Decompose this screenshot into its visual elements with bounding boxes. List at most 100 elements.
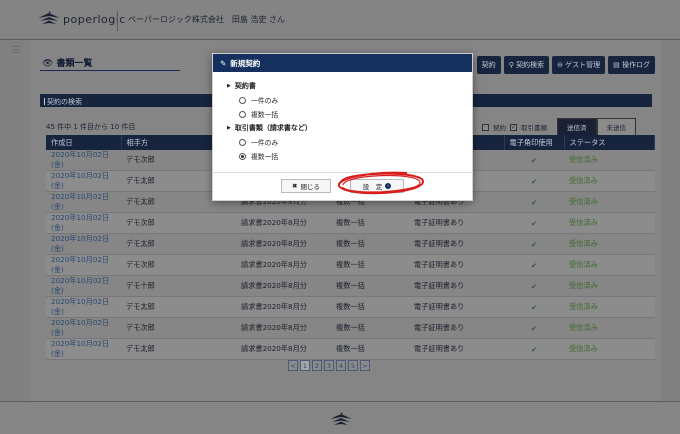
page-5-button[interactable]: 5 bbox=[348, 360, 358, 371]
section-contract: ▶ 契約書 bbox=[227, 81, 458, 91]
guest-manage-button[interactable]: ⊖ ゲスト管理 bbox=[552, 56, 606, 74]
cell-date[interactable]: 2020年10月02日 (金) bbox=[46, 233, 121, 255]
page-3-button[interactable]: 3 bbox=[324, 360, 334, 371]
cell-doc: 請求書2020年8月分 bbox=[236, 233, 331, 255]
cell-date[interactable]: 2020年10月02日 (金) bbox=[46, 275, 121, 297]
operation-log-label: 操作ログ bbox=[622, 61, 650, 69]
page-2-button[interactable]: 2 bbox=[312, 360, 322, 371]
app-header: poperlogic ペーパーロジック株式会社 田島 浩史 さん bbox=[0, 0, 680, 40]
table-row[interactable]: 2020年10月02日 (金) デモ次郎 請求書2020年8月分 複数一括 電子証明書あ… bbox=[46, 212, 655, 234]
check-icon: ✔ bbox=[504, 317, 564, 339]
menu-icon[interactable] bbox=[12, 46, 20, 53]
caret-right-icon: ▶ bbox=[227, 83, 231, 89]
col-status[interactable]: ステータス bbox=[564, 135, 655, 150]
highlight-circle-annotation bbox=[338, 171, 424, 195]
check-icon: ✔ bbox=[504, 275, 564, 297]
sent-tab[interactable]: 送信済 bbox=[557, 118, 597, 136]
guest-manage-label: ゲスト管理 bbox=[565, 61, 601, 69]
contract-button[interactable]: 契約 bbox=[476, 56, 501, 74]
cell-cert: 電子証明書あり bbox=[409, 296, 504, 318]
paperlogic-logo-icon[interactable] bbox=[38, 10, 60, 26]
option-label: 複数一括 bbox=[251, 111, 279, 119]
cell-method: 複数一括 bbox=[331, 254, 409, 276]
col-seal[interactable]: 電子角印使用 bbox=[504, 135, 565, 150]
cell-doc: 請求書2020年8月分 bbox=[236, 275, 331, 297]
pagination: < 1 2 3 4 5 > bbox=[288, 360, 370, 371]
cell-date[interactable]: 2020年10月02日 (金) bbox=[46, 296, 121, 318]
page-4-button[interactable]: 4 bbox=[336, 360, 346, 371]
page-1-button[interactable]: 1 bbox=[300, 360, 310, 371]
transaction-bulk-option[interactable]: 複数一括 bbox=[239, 151, 458, 161]
title-underline bbox=[40, 70, 180, 71]
cell-date[interactable]: 2020年10月02日 (金) bbox=[46, 170, 121, 192]
send-status-toggle: 送信済 未送信 bbox=[557, 118, 636, 136]
cell-date[interactable]: 2020年10月02日 (金) bbox=[46, 191, 121, 213]
cell-party: デモ次郎 bbox=[121, 254, 236, 276]
cell-cert: 電子証明書あり bbox=[409, 275, 504, 297]
cell-cert: 電子証明書あり bbox=[409, 317, 504, 339]
modal-header: ✎ 新規契約 bbox=[213, 54, 472, 72]
cell-cert: 電子証明書あり bbox=[409, 212, 504, 234]
contract-single-option[interactable]: 一件のみ bbox=[239, 95, 458, 105]
cell-date[interactable]: 2020年10月02日 (金) bbox=[46, 212, 121, 234]
cell-party: デモ太郎 bbox=[121, 338, 236, 360]
contract-bulk-option[interactable]: 複数一括 bbox=[239, 109, 458, 119]
radio-button[interactable] bbox=[239, 110, 246, 118]
cell-date[interactable]: 2020年10月02日 (金) bbox=[46, 317, 121, 339]
close-icon: ✖ bbox=[292, 182, 298, 190]
cell-status: 受信済み bbox=[564, 296, 655, 318]
table-row[interactable]: 2020年10月02日 (金) デモ太郎 請求書2020年8月分 複数一括 電子証明書あ… bbox=[46, 338, 655, 360]
radio-button[interactable] bbox=[239, 96, 246, 104]
page-title-text: 書類一覧 bbox=[56, 59, 93, 69]
cell-cert: 電子証明書あり bbox=[409, 233, 504, 255]
close-button[interactable]: ✖ 閉じる bbox=[281, 179, 331, 193]
cell-doc: 請求書2020年8月分 bbox=[236, 317, 331, 339]
page-title: 👁 書類一覧 bbox=[42, 56, 92, 69]
app-footer bbox=[0, 401, 680, 434]
edit-icon: ✎ bbox=[220, 58, 227, 68]
transaction-single-option[interactable]: 一件のみ bbox=[239, 137, 458, 147]
cell-status: 受信済み bbox=[564, 254, 655, 276]
cell-date[interactable]: 2020年10月02日 (金) bbox=[46, 150, 121, 171]
filters: 契約 取引書類 送信済 未送信 bbox=[482, 118, 636, 136]
cell-status: 受信済み bbox=[564, 275, 655, 297]
section-transaction-label: 取引書類（請求書など） bbox=[234, 124, 312, 132]
radio-button[interactable] bbox=[239, 138, 246, 146]
cell-status: 受信済み bbox=[564, 338, 655, 360]
eye-icon: 👁 bbox=[42, 59, 54, 69]
section-transaction: ▶ 取引書類（請求書など） bbox=[227, 123, 458, 133]
table-row[interactable]: 2020年10月02日 (金) デモ次郎 請求書2020年8月分 複数一括 電子証明書あ… bbox=[46, 317, 655, 339]
close-label: 閉じる bbox=[300, 183, 320, 191]
cell-status: 受信済み bbox=[564, 233, 655, 255]
cell-date[interactable]: 2020年10月02日 (金) bbox=[46, 338, 121, 360]
option-label: 一件のみ bbox=[251, 97, 279, 105]
cell-method: 複数一括 bbox=[331, 275, 409, 297]
check-icon: ✔ bbox=[504, 233, 564, 255]
top-buttons: 契約 ⚲ 契約検索 ⊖ ゲスト管理 ▤ 操作ログ bbox=[476, 56, 655, 74]
cell-party: デモ次郎 bbox=[121, 212, 236, 234]
next-page-button[interactable]: > bbox=[360, 360, 370, 371]
table-row[interactable]: 2020年10月02日 (金) デモ次郎 請求書2020年8月分 複数一括 電子証明書あ… bbox=[46, 254, 655, 276]
table-row[interactable]: 2020年10月02日 (金) デモ太郎 請求書2020年8月分 複数一括 電子証明書あ… bbox=[46, 233, 655, 255]
cell-date[interactable]: 2020年10月02日 (金) bbox=[46, 254, 121, 276]
modal-body: ▶ 契約書 一件のみ 複数一括 ▶ 取引書類（請求書など） 一件のみ 複数一括 bbox=[213, 72, 472, 166]
cell-method: 複数一括 bbox=[331, 338, 409, 360]
cell-status: 受信済み bbox=[564, 191, 655, 213]
col-created[interactable]: 作成日 bbox=[46, 135, 122, 150]
contract-checkbox[interactable] bbox=[482, 123, 489, 131]
operation-log-button[interactable]: ▤ 操作ログ bbox=[608, 56, 655, 74]
contract-search-button[interactable]: ⚲ 契約検索 bbox=[503, 56, 550, 74]
table-row[interactable]: 2020年10月02日 (金) デモ十郎 請求書2020年8月分 複数一括 電子証明書あ… bbox=[46, 275, 655, 297]
cell-status: 受信済み bbox=[564, 150, 655, 171]
cell-party: デモ十郎 bbox=[121, 275, 236, 297]
radio-button-selected[interactable] bbox=[239, 152, 246, 160]
transaction-checkbox[interactable] bbox=[510, 123, 517, 131]
footer-logo-icon bbox=[330, 412, 352, 425]
cell-doc: 請求書2020年8月分 bbox=[236, 212, 331, 234]
unsent-tab[interactable]: 未送信 bbox=[596, 118, 636, 136]
table-row[interactable]: 2020年10月02日 (金) デモ太郎 請求書2020年8月分 複数一括 電子証明書あ… bbox=[46, 296, 655, 318]
cell-doc: 請求書2020年8月分 bbox=[236, 254, 331, 276]
cell-method: 複数一括 bbox=[331, 233, 409, 255]
prev-page-button[interactable]: < bbox=[288, 360, 298, 371]
cell-party: デモ太郎 bbox=[121, 296, 236, 318]
